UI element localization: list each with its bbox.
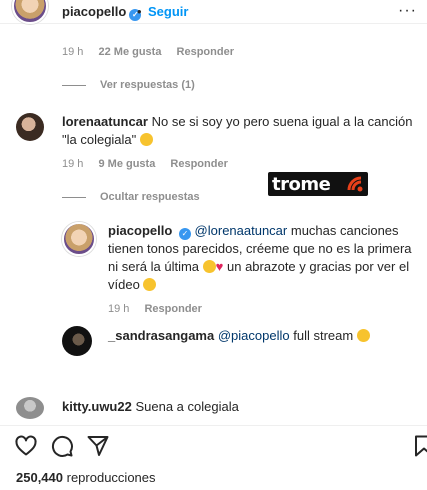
hands-emoji-icon bbox=[202, 260, 216, 273]
view-replies-button[interactable]: Ver respuestas (1) bbox=[62, 79, 195, 91]
reply-button[interactable]: Responder bbox=[170, 158, 227, 170]
reply-body: _sandrasangama @piacopello full stream bbox=[108, 327, 418, 345]
header-separator: • bbox=[137, 4, 142, 19]
comment-time: 19 h bbox=[62, 158, 84, 170]
comment-time: 19 h bbox=[62, 46, 84, 58]
commenter-username[interactable]: kitty.uwu22 bbox=[62, 399, 132, 414]
more-options-icon[interactable]: ··· bbox=[398, 2, 417, 20]
comment-meta: 19 h 22 Me gusta Responder bbox=[62, 46, 246, 58]
reply-body: piacopello ✓ @lorenaatuncar muchas canci… bbox=[108, 222, 418, 294]
broadcast-icon bbox=[347, 176, 363, 192]
reply-time: 19 h bbox=[108, 303, 130, 315]
paper-plane-icon[interactable] bbox=[86, 434, 110, 458]
author-username[interactable]: piacopello ✓ bbox=[62, 4, 142, 21]
reply-text: full stream bbox=[289, 328, 354, 343]
reply-button[interactable]: Responder bbox=[144, 303, 201, 315]
author-avatar[interactable] bbox=[12, 0, 48, 24]
reply-username[interactable]: piacopello bbox=[108, 223, 172, 238]
post-header: piacopello ✓ • Seguir ··· bbox=[0, 0, 427, 24]
divider-line bbox=[62, 196, 86, 198]
action-bar bbox=[0, 425, 427, 465]
reply-avatar[interactable] bbox=[62, 326, 92, 356]
hide-replies-button[interactable]: Ocultar respuestas bbox=[62, 191, 200, 203]
trome-watermark-logo: trome bbox=[268, 172, 368, 196]
reply-button[interactable]: Responder bbox=[177, 46, 234, 58]
comment-meta: 19 h 9 Me gusta Responder bbox=[62, 158, 240, 170]
grimace-emoji-icon bbox=[139, 133, 153, 146]
commenter-avatar[interactable] bbox=[16, 113, 44, 141]
comment-icon[interactable] bbox=[50, 434, 74, 458]
view-count-label: reproducciones bbox=[66, 470, 156, 485]
commenter-username[interactable]: lorenaatuncar bbox=[62, 114, 148, 129]
commenter-avatar[interactable] bbox=[16, 397, 44, 419]
comment-body: lorenaatuncar No se si soy yo pero suena… bbox=[62, 113, 422, 149]
view-count-number: 250,440 bbox=[16, 470, 63, 485]
clap-emoji-icon bbox=[143, 278, 157, 291]
kiss-emoji-icon bbox=[356, 329, 370, 342]
reply-username[interactable]: _sandrasangama bbox=[108, 328, 214, 343]
divider-line bbox=[62, 84, 86, 86]
follow-button[interactable]: Seguir bbox=[148, 4, 188, 19]
verified-badge-icon: ✓ bbox=[178, 228, 191, 240]
comment-body: kitty.uwu22 Suena a colegiala bbox=[62, 398, 422, 416]
comment-likes[interactable]: 9 Me gusta bbox=[98, 158, 155, 170]
reply-meta: 19 h Responder bbox=[108, 303, 214, 315]
comment-text: Suena a colegiala bbox=[135, 399, 239, 414]
heart-outline-icon[interactable] bbox=[14, 434, 38, 458]
mention-link[interactable]: @lorenaatuncar bbox=[195, 223, 288, 238]
bookmark-icon[interactable] bbox=[412, 434, 427, 458]
comment-likes[interactable]: 22 Me gusta bbox=[98, 46, 161, 58]
view-count[interactable]: 250,440 reproducciones bbox=[16, 470, 156, 485]
reply-avatar[interactable] bbox=[62, 222, 96, 256]
mention-link[interactable]: @piacopello bbox=[218, 328, 290, 343]
